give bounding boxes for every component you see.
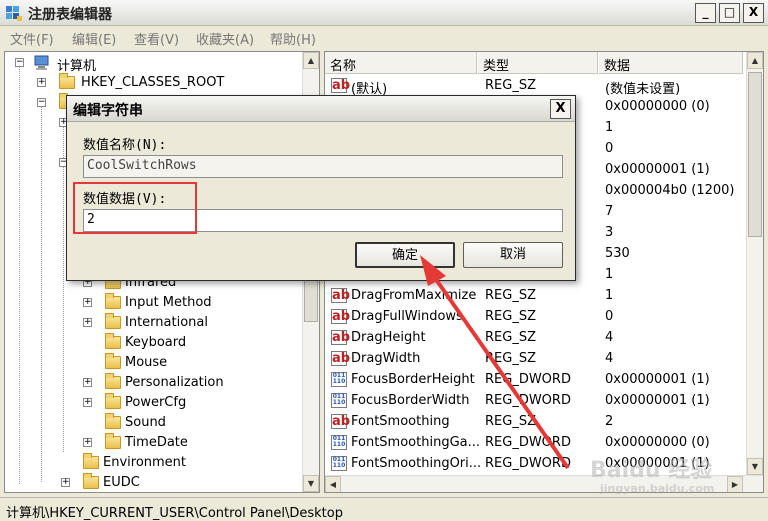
watermark-logo: Baidu 经验 <box>590 458 713 483</box>
annotation-arrow <box>420 255 570 470</box>
watermark-url: jingyan.baidu.com <box>600 482 715 495</box>
